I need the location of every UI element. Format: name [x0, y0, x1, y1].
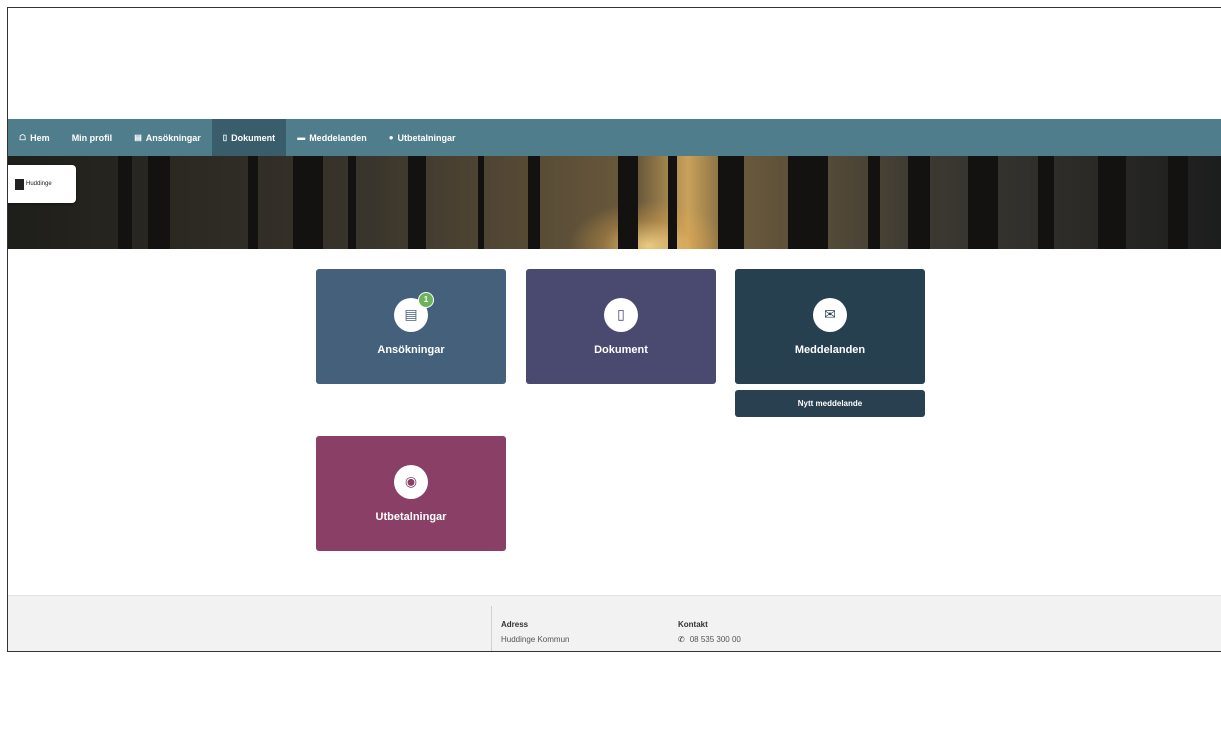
tile-meddelanden[interactable]: ✉ Meddelanden	[735, 269, 925, 384]
document-icon: ▯	[604, 297, 638, 332]
notification-badge: 1	[418, 291, 434, 308]
address-heading: Adress	[501, 620, 529, 629]
tree-trunk	[718, 156, 744, 249]
tree-trunk	[788, 156, 828, 249]
tile-dokument[interactable]: ▯ Dokument	[526, 269, 716, 384]
nav-item-ansokningar[interactable]: ▤ Ansökningar	[123, 119, 212, 156]
applications-icon: ▤ 1	[394, 291, 434, 332]
document-icon: ▯	[222, 133, 228, 142]
tree-trunk	[293, 156, 323, 249]
nav-item-label: Hem	[30, 132, 50, 143]
nav-item-meddelanden[interactable]: ▬ Meddelanden	[286, 119, 378, 156]
nav-item-utbetalningar[interactable]: ● Utbetalningar	[378, 119, 467, 156]
top-navigation: ☖ Hem Min profil ▤ Ansökningar ▯ Dokumen…	[8, 119, 1221, 156]
tree-trunk	[668, 156, 677, 249]
tree-trunk	[348, 156, 356, 249]
contact-heading: Kontakt	[678, 620, 708, 629]
nav-item-label: Utbetalningar	[397, 132, 456, 143]
footer-contact: Kontakt ✆ 08 535 300 00	[678, 620, 741, 644]
doc-stack-icon: ▤	[134, 133, 142, 142]
nav-item-min-profil[interactable]: Min profil	[61, 119, 124, 156]
footer: Adress Huddinge Kommun Kontakt ✆ 08 535 3…	[8, 595, 1221, 651]
tree-trunk	[528, 156, 540, 249]
envelope-icon: ✉	[813, 297, 847, 332]
tree-trunk	[1098, 156, 1126, 249]
message-icon: ▬	[297, 133, 306, 142]
nav-item-dokument[interactable]: ▯ Dokument	[211, 119, 287, 156]
tree-trunk	[1038, 156, 1054, 249]
tile-label: Ansökningar	[377, 343, 445, 356]
tree-trunk	[248, 156, 258, 249]
app-frame: ☖ Hem Min profil ▤ Ansökningar ▯ Dokumen…	[7, 7, 1221, 652]
tree-trunk	[868, 156, 880, 249]
tile-utbetalningar[interactable]: ◉ Utbetalningar	[316, 436, 506, 551]
tile-ansokningar[interactable]: ▤ 1 Ansökningar	[316, 269, 506, 384]
huddinge-logo[interactable]: Huddinge	[8, 165, 76, 203]
crest-icon	[15, 178, 24, 190]
tree-trunk	[408, 156, 426, 249]
tree-trunk	[908, 156, 930, 249]
tree-trunk	[478, 156, 484, 249]
home-icon: ☖	[19, 133, 27, 142]
sunlight	[568, 201, 728, 249]
tree-trunk	[148, 156, 170, 249]
coin-icon: ●	[388, 133, 394, 142]
tree-trunk	[1168, 156, 1188, 249]
address-value: Huddinge Kommun	[501, 635, 570, 644]
tile-label: Utbetalningar	[375, 510, 447, 523]
tile-label: Meddelanden	[794, 343, 866, 356]
nav-item-label: Meddelanden	[309, 132, 367, 143]
tree-trunk	[118, 156, 132, 249]
tree-trunk	[968, 156, 998, 249]
nav-item-label: Dokument	[231, 132, 276, 143]
footer-divider	[491, 606, 492, 651]
footer-address: Adress Huddinge Kommun	[501, 620, 569, 644]
nav-item-label: Ansökningar	[145, 132, 201, 143]
phone-icon: ✆	[678, 635, 685, 644]
nav-item-hem[interactable]: ☖ Hem	[8, 119, 61, 156]
phone-link[interactable]: ✆ 08 535 300 00	[678, 635, 741, 644]
phone-number: 08 535 300 00	[689, 635, 741, 644]
forest-banner	[8, 156, 1221, 249]
new-message-button[interactable]: Nytt meddelande	[735, 390, 925, 417]
logo-text: Huddinge	[26, 181, 52, 187]
tree-trunk	[618, 156, 638, 249]
nav-item-label: Min profil	[71, 132, 113, 143]
tile-label: Dokument	[594, 343, 648, 356]
money-icon: ◉	[394, 464, 428, 499]
